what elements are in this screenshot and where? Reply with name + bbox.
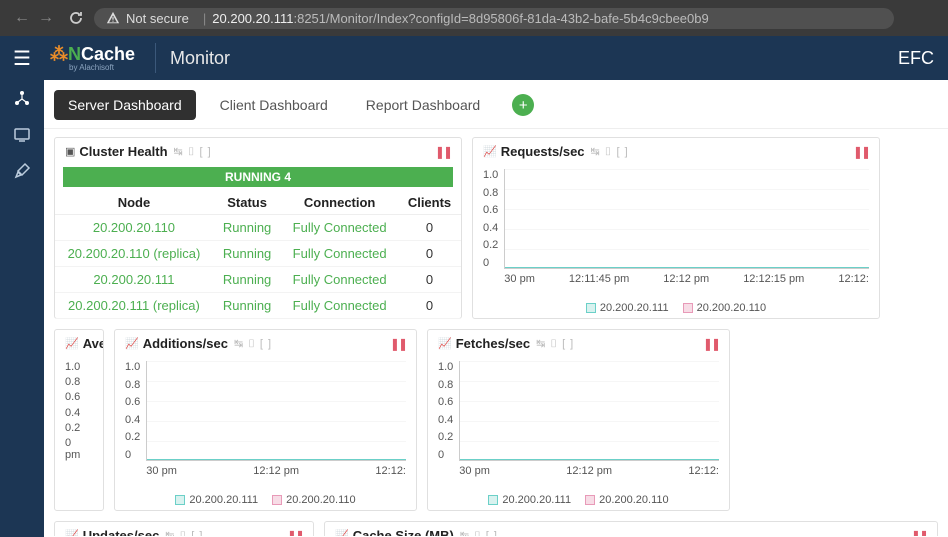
panel-requests-sec: 📈 Requests/sec ↹ ⌷ [ ] ❚❚ 1.00.80.60.40.…: [472, 137, 880, 319]
panel-tools[interactable]: ↹ ⌷ [ ]: [536, 337, 574, 351]
chart-plot[interactable]: [146, 361, 406, 461]
panel-tools[interactable]: ↹ ⌷ [ ]: [460, 529, 498, 537]
section-title: Monitor: [170, 48, 230, 69]
x-axis: 30 pm12:12 pm12:12:: [146, 461, 406, 477]
swatch-icon: [585, 495, 595, 505]
chart-legend: 20.200.20.111 20.200.20.110: [428, 490, 729, 510]
cluster-status-bar: RUNNING 4: [63, 167, 453, 187]
table-row[interactable]: 20.200.20.111RunningFully Connected0: [55, 267, 461, 293]
panel-tools[interactable]: ↹ ⌷ [ ]: [165, 529, 203, 537]
panel-updates-sec: 📈 Updates/sec ↹ ⌷ [ ] ❚❚ 1.00.80.60.40.2…: [54, 521, 314, 536]
panel-title: Cache Size (MB): [353, 528, 454, 536]
panel-title: Requests/sec: [501, 144, 585, 159]
logo-icon: ⁂: [50, 44, 68, 65]
chart-icon: 📈: [335, 529, 349, 536]
divider: [155, 43, 156, 73]
panel-tools[interactable]: ↹ ⌷ [ ]: [234, 337, 272, 351]
dashboard-tabs: Server Dashboard Client Dashboard Report…: [44, 80, 948, 129]
y-axis: 1.00.80.60.40.20 pm: [65, 361, 93, 461]
grid-icon: ▣: [65, 145, 75, 158]
warning-icon: [106, 11, 120, 25]
panel-additions-sec: 📈 Additions/sec ↹ ⌷ [ ] ❚❚ 1.00.80.60.40…: [114, 329, 417, 511]
chart-plot[interactable]: [459, 361, 719, 461]
reload-button[interactable]: [68, 10, 84, 26]
pause-button[interactable]: ❚❚: [287, 529, 303, 537]
chart-icon: 📈: [65, 529, 79, 536]
browser-chrome: ← → Not secure | 20.200.20.111:8251/Moni…: [0, 0, 948, 36]
chart-icon: 📈: [65, 337, 79, 350]
col-status: Status: [213, 191, 281, 215]
security-label: Not secure: [126, 11, 189, 26]
panel-title: Cluster Health: [79, 144, 167, 159]
pause-button[interactable]: ❚❚: [853, 145, 869, 159]
panel-tools[interactable]: ↹ ⌷ [ ]: [174, 145, 212, 159]
app-logo: ⁂ N Cache by Alachisoft: [44, 44, 141, 72]
chart-icon: 📈: [483, 145, 497, 158]
sidebar-cluster-icon[interactable]: [13, 90, 31, 108]
table-row[interactable]: 20.200.20.110 (replica)RunningFully Conn…: [55, 241, 461, 267]
chart-plot[interactable]: [504, 169, 869, 269]
nav-back-button[interactable]: ←: [10, 9, 34, 27]
swatch-icon: [488, 495, 498, 505]
menu-button[interactable]: ☰: [0, 46, 44, 71]
app-header: ☰ ⁂ N Cache by Alachisoft Monitor EFC: [0, 36, 948, 80]
x-axis: 30 pm12:12 pm12:12:: [459, 461, 719, 477]
swatch-icon: [272, 495, 282, 505]
address-bar[interactable]: Not secure | 20.200.20.111:8251/Monitor/…: [94, 8, 894, 29]
swatch-icon: [683, 303, 693, 313]
panel-average: 📈 Average 1.00.80.60.40.20 pm: [54, 329, 104, 511]
y-axis: 1.00.80.60.40.20: [483, 169, 504, 269]
node-table: Node Status Connection Clients 20.200.20…: [55, 191, 461, 319]
table-row[interactable]: 20.200.20.110RunningFully Connected0: [55, 215, 461, 241]
tab-client-dashboard[interactable]: Client Dashboard: [206, 90, 342, 120]
chart-legend: 20.200.20.111 20.200.20.110: [473, 298, 879, 318]
table-row[interactable]: 20.200.20.111 (replica)RunningFully Conn…: [55, 293, 461, 319]
col-connection: Connection: [281, 191, 398, 215]
sidebar: [0, 80, 44, 537]
swatch-icon: [586, 303, 596, 313]
panel-title: Average: [83, 336, 104, 351]
dashboard-grid: ▣ Cluster Health ↹ ⌷ [ ] ❚❚ RUNNING 4 No…: [44, 129, 948, 536]
nav-forward-button: →: [34, 9, 58, 27]
pause-button[interactable]: ❚❚: [435, 145, 451, 159]
panel-tools[interactable]: ↹ ⌷ [ ]: [591, 145, 629, 159]
panel-fetches-sec: 📈 Fetches/sec ↹ ⌷ [ ] ❚❚ 1.00.80.60.40.2…: [427, 329, 730, 511]
panel-title: Additions/sec: [143, 336, 228, 351]
panel-title: Updates/sec: [83, 528, 160, 536]
x-axis: 30 pm12:11:45 pm12:12 pm12:12:15 pm12:12…: [504, 269, 869, 285]
divider: |: [203, 11, 206, 26]
chart-legend: 20.200.20.111 20.200.20.110: [115, 490, 416, 510]
panel-cache-size: 📈 Cache Size (MB) ↹ ⌷ [ ] ❚❚: [324, 521, 938, 536]
swatch-icon: [175, 495, 185, 505]
col-node: Node: [55, 191, 213, 215]
chart-icon: 📈: [125, 337, 139, 350]
y-axis: 1.00.80.60.40.20: [125, 361, 146, 461]
chart-icon: 📈: [438, 337, 452, 350]
url-text: 20.200.20.111:8251/Monitor/Index?configI…: [212, 11, 708, 26]
add-dashboard-button[interactable]: +: [512, 94, 534, 116]
y-axis: 1.00.80.60.40.20: [438, 361, 459, 461]
context-name: EFC: [898, 48, 948, 69]
panel-cluster-health: ▣ Cluster Health ↹ ⌷ [ ] ❚❚ RUNNING 4 No…: [54, 137, 462, 319]
pause-button[interactable]: ❚❚: [911, 529, 927, 537]
pause-button[interactable]: ❚❚: [390, 337, 406, 351]
sidebar-monitor-icon[interactable]: [13, 126, 31, 144]
content-area: Server Dashboard Client Dashboard Report…: [44, 80, 948, 537]
col-clients: Clients: [398, 191, 461, 215]
tab-server-dashboard[interactable]: Server Dashboard: [54, 90, 196, 120]
pause-button[interactable]: ❚❚: [703, 337, 719, 351]
panel-title: Fetches/sec: [456, 336, 530, 351]
sidebar-tools-icon[interactable]: [13, 162, 31, 180]
tab-report-dashboard[interactable]: Report Dashboard: [352, 90, 494, 120]
